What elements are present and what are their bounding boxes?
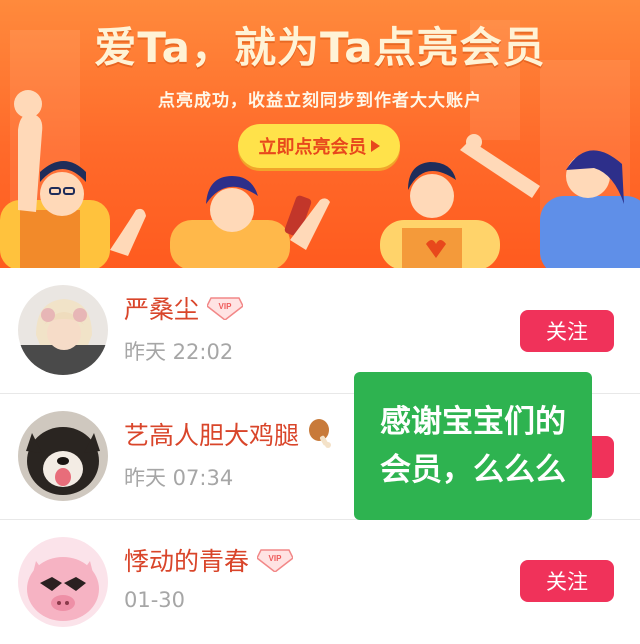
person-left-illustration [0,90,146,268]
avatar[interactable] [18,285,108,375]
member-name-line: 艺高人胆大鸡腿 [124,416,333,452]
follow-button[interactable]: 关注 [520,310,614,352]
svg-text:VIP: VIP [219,302,233,311]
drumstick-icon [309,419,332,448]
member-name: 悸动的青春 [124,547,250,576]
list-item[interactable]: 悸动的青春 VIP 01-30 关注 [0,520,640,644]
person-right-illustration [380,162,500,268]
activate-membership-button[interactable]: 立即点亮会员 [238,124,400,168]
member-banner[interactable]: 爱Ta，就为Ta点亮会员 点亮成功，收益立刻同步到作者大大账户 立即点亮会员 [0,0,640,268]
follow-button[interactable]: 关注 [520,560,614,602]
svg-text:VIP: VIP [269,554,283,563]
member-time: 昨天 22:02 [124,340,234,364]
avatar[interactable] [18,537,108,627]
caption-line-1: 感谢宝宝们的 [380,404,566,440]
caption-line-2: 会员，么么么 [380,452,566,488]
banner-title: 爱Ta，就为Ta点亮会员 [94,23,546,72]
member-name-line: 严桑尘 VIP [124,290,244,326]
member-time: 01-30 [124,588,186,612]
member-name: 艺高人胆大鸡腿 [124,421,300,450]
person-middle-illustration [170,176,330,268]
thanks-caption: 感谢宝宝们的 会员，么么么 [354,372,592,520]
vip-badge-icon: VIP [207,297,244,320]
member-name-line: 悸动的青春 VIP [124,542,294,578]
activate-membership-label: 立即点亮会员 [258,137,367,158]
avatar[interactable] [18,411,108,501]
banner-subtitle: 点亮成功，收益立刻同步到作者大大账户 [158,91,482,111]
play-arrow-icon [370,140,380,152]
member-time: 昨天 07:34 [124,466,234,490]
vip-badge-icon: VIP [257,549,294,572]
member-name: 严桑尘 [124,295,200,324]
